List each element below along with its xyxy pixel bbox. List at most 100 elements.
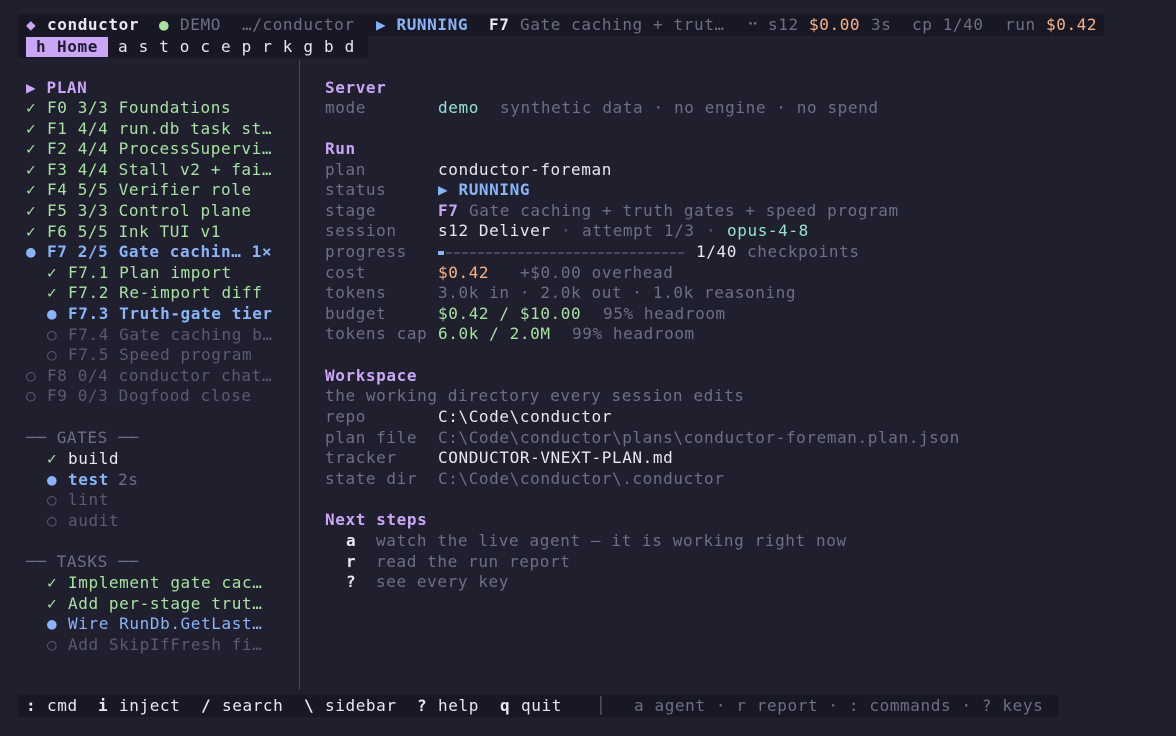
next-step-key[interactable]: a <box>346 531 356 551</box>
footer-command-key[interactable]: q <box>500 696 510 715</box>
footer-command-label[interactable]: inject <box>119 696 180 715</box>
gates-heading: ── GATES ── <box>26 428 139 447</box>
plan-item-label[interactable]: F1 4/4 run.db task st… <box>47 119 272 139</box>
next-step-text: read the run report <box>376 551 571 571</box>
footer-command-key[interactable]: : <box>26 696 36 715</box>
footer-command-key[interactable]: / <box>201 696 211 715</box>
next-step-key[interactable]: r <box>346 552 356 572</box>
plan-item-label[interactable]: F9 0/3 Dogfood close <box>47 386 252 406</box>
tab-shortcut-p[interactable]: p <box>242 37 252 56</box>
tracker-label: tracker <box>325 448 397 467</box>
session-separator: · <box>706 221 717 240</box>
progress-value: 1/40 <box>696 242 737 261</box>
task-label[interactable]: Add per-stage trut… <box>68 594 262 614</box>
tab-shortcut-e[interactable]: e <box>221 37 231 56</box>
stage-label: stage <box>325 201 377 220</box>
next-steps-heading: Next steps <box>325 510 428 529</box>
run-heading: Run <box>325 139 356 158</box>
workspace-subtitle: the working directory every session edit… <box>325 386 745 405</box>
plan-item-label[interactable]: F7.3 Truth-gate tier <box>68 304 273 324</box>
pending-circle-icon: ○ <box>47 324 58 344</box>
stage-title: Gate caching + truth gates + speed progr… <box>469 201 899 220</box>
session-value: s12 Deliver <box>438 221 551 240</box>
progress-label: progress <box>325 242 407 261</box>
check-icon: ✓ <box>26 118 37 138</box>
tab-shortcut-g[interactable]: g <box>303 37 313 56</box>
session-time: 3s <box>871 15 892 34</box>
tab-shortcut-k[interactable]: k <box>283 37 293 56</box>
sidebar-divider <box>299 60 300 690</box>
task-label[interactable]: Wire RunDb.GetLast… <box>68 614 262 634</box>
tab-shortcut-s[interactable]: s <box>139 37 149 56</box>
tab-shortcut-d[interactable]: d <box>345 37 355 56</box>
app-name: conductor <box>47 15 140 34</box>
mode-dot-icon: ● <box>159 15 170 34</box>
tab-shortcut-o[interactable]: o <box>180 37 190 56</box>
session-label: session <box>325 221 397 240</box>
footer-hint: a agent · r report · : commands · ? keys <box>634 696 1044 715</box>
tab-shortcut-t[interactable]: t <box>159 37 169 56</box>
plan-item-label[interactable]: F7.1 Plan import <box>68 263 232 283</box>
mode-value: demo <box>438 98 479 117</box>
next-step-text: see every key <box>376 572 510 592</box>
plan-item-label[interactable]: F5 3/3 Control plane <box>47 201 252 221</box>
footer-command-label[interactable]: search <box>222 696 283 715</box>
footer-command-key[interactable]: \ <box>304 696 314 715</box>
plan-heading[interactable]: ▶ PLAN <box>26 78 87 98</box>
progress-unit: checkpoints <box>747 242 860 261</box>
run-cost: $0.42 <box>1046 15 1098 34</box>
session-attempt: attempt 1/3 <box>582 221 695 240</box>
plan-item-label[interactable]: F7.2 Re-import diff <box>68 283 262 303</box>
cost-label: cost <box>325 263 366 282</box>
footer-command-label[interactable]: sidebar <box>325 696 397 715</box>
tokens-cap-value: 6.0k / 2.0M <box>438 324 551 343</box>
plan-item-label[interactable]: F8 0/4 conductor chat… <box>47 366 272 386</box>
plan-item-label[interactable]: F7.4 Gate caching b… <box>68 325 273 345</box>
task-label[interactable]: Add SkipIfFresh fi… <box>68 635 262 655</box>
task-label[interactable]: Implement gate cac… <box>68 573 262 593</box>
session-cost: $0.00 <box>809 15 861 34</box>
check-icon: ✓ <box>47 573 58 592</box>
footer-command-label[interactable]: cmd <box>47 696 78 715</box>
workspace-heading: Workspace <box>325 366 418 385</box>
session-model: opus-4-8 <box>727 221 809 240</box>
plan-item-label[interactable]: F6 5/5 Ink TUI v1 <box>47 222 221 242</box>
pending-circle-icon: ○ <box>47 345 58 365</box>
mode-label: mode <box>325 98 366 117</box>
tab-home-label[interactable]: Home <box>57 37 98 56</box>
plan-item-label[interactable]: F7.5 Speed program <box>68 345 252 365</box>
next-step-key[interactable]: ? <box>346 572 356 592</box>
check-icon: ✓ <box>47 449 58 468</box>
plan-item-label[interactable]: F3 4/4 Stall v2 + fai… <box>47 160 272 180</box>
footer-separator: │ <box>596 696 607 715</box>
footer-command-key[interactable]: i <box>98 696 108 715</box>
plan-item-label[interactable]: F4 5/5 Verifier role <box>47 180 252 200</box>
check-icon: ✓ <box>26 201 37 220</box>
tab-shortcut-b[interactable]: b <box>324 37 334 56</box>
footer-command-label[interactable]: help <box>438 696 479 715</box>
plan-label: plan <box>325 160 366 179</box>
footer-command-key[interactable]: ? <box>417 696 427 715</box>
plan-item-label[interactable]: F7 2/5 Gate cachin… 1× <box>47 242 272 262</box>
tab-shortcut-c[interactable]: c <box>200 37 210 56</box>
tab-shortcut-a[interactable]: a <box>118 37 128 56</box>
active-dot-icon: ● <box>47 304 58 323</box>
gate-name: lint <box>68 490 109 510</box>
session-id: s12 <box>768 15 799 34</box>
tab-shortcut-r[interactable]: r <box>262 37 272 56</box>
check-icon: ✓ <box>26 98 37 117</box>
run-cost-label: run <box>1005 15 1036 34</box>
plan-item-label[interactable]: F2 4/4 ProcessSupervi… <box>47 139 272 159</box>
pending-circle-icon: ○ <box>47 490 58 510</box>
cost-value: $0.42 <box>438 263 490 282</box>
plan-item-label[interactable]: F0 3/3 Foundations <box>47 98 231 118</box>
check-icon: ✓ <box>47 283 58 303</box>
status-label: status <box>325 180 387 199</box>
status-value: ▶ RUNNING <box>438 180 531 199</box>
footer-command-label[interactable]: quit <box>521 696 562 715</box>
pending-circle-icon: ○ <box>26 365 37 385</box>
tab-home-key[interactable]: h <box>36 37 46 56</box>
checkpoint-counter: cp 1/40 <box>912 15 984 34</box>
run-status: ▶ RUNNING <box>376 15 469 34</box>
phase-title: Gate caching + trut… <box>520 15 725 34</box>
